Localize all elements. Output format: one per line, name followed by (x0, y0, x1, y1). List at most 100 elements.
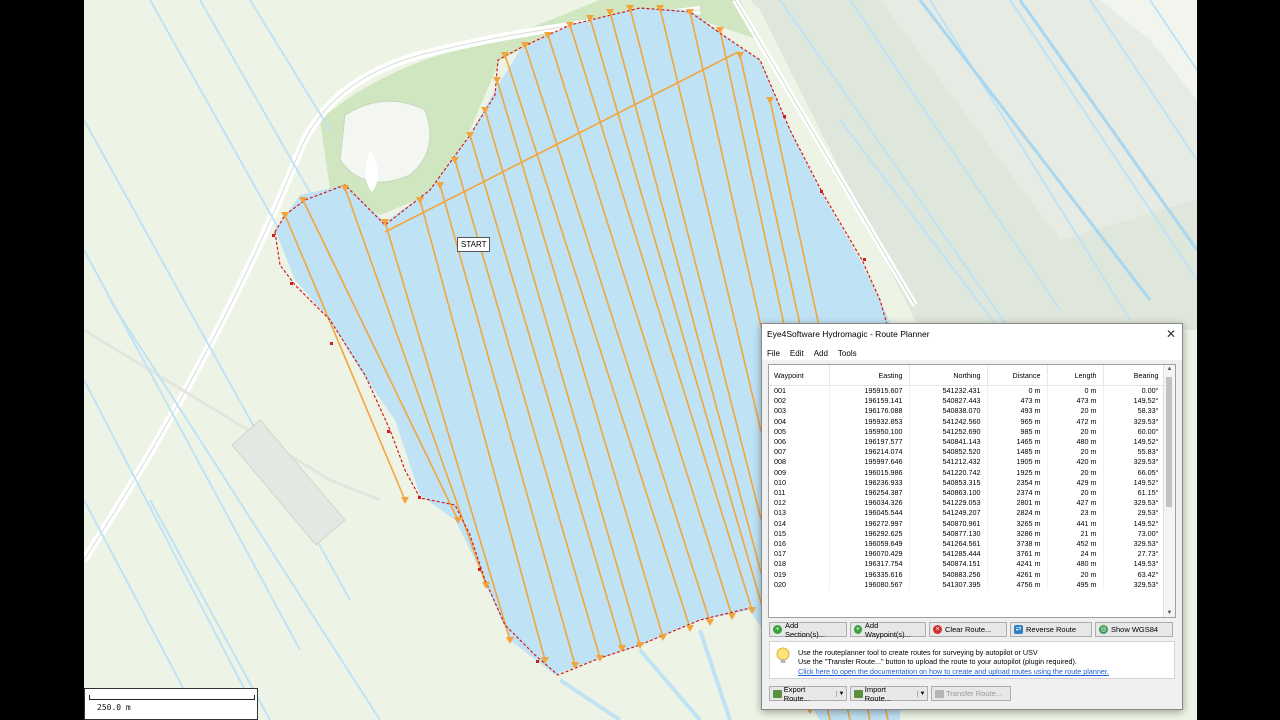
table-cell-easting: 196214.074 (829, 447, 910, 458)
documentation-link[interactable]: Click here to open the documentation on … (798, 667, 1109, 676)
col-bearing[interactable]: Bearing (1103, 365, 1166, 386)
table-cell-bearing: 329.53° (1103, 457, 1166, 468)
globe-icon: ◎ (1099, 625, 1108, 634)
route-transfer-buttons: Export Route... ▼ Import Route... ▼ Tran… (769, 684, 1011, 703)
table-cell-length: 441 m (1047, 518, 1104, 529)
chevron-down-icon[interactable]: ▼ (917, 690, 927, 697)
table-cell-bearing: 149.53° (1103, 559, 1166, 570)
table-cell-length: 452 m (1047, 539, 1104, 550)
table-row[interactable]: 006 196197.577 540841.143 1465 m 480 m 149.52… (769, 437, 1166, 448)
table-cell-northing: 540852.520 (909, 447, 988, 458)
add-sections-button[interactable]: + Add Section(s)... (769, 621, 847, 639)
table-row[interactable]: 003 196176.088 540838.070 493 m 20 m 58.33° (769, 406, 1166, 417)
table-cell-bearing: 55.83° (1103, 447, 1166, 458)
table-header: Waypoint Easting Northing Distance Lengt… (769, 365, 1166, 386)
table-row[interactable]: 012 196034.326 541229.053 2801 m 427 m 329.53… (769, 498, 1166, 509)
table-cell-distance: 1485 m (987, 447, 1048, 458)
table-row[interactable]: 019 196335.616 540883.256 4261 m 20 m 63.42° (769, 569, 1166, 580)
menu-edit[interactable]: Edit (790, 349, 804, 358)
table-row[interactable]: 002 196159.141 540827.443 473 m 473 m 149.52° (769, 396, 1166, 407)
scroll-down-icon[interactable]: ▼ (1164, 610, 1175, 616)
table-cell-northing: 540870.961 (909, 518, 988, 529)
import-route-button[interactable]: Import Route... ▼ (850, 685, 928, 703)
table-cell-easting: 196034.326 (829, 498, 910, 509)
table-cell-distance: 493 m (987, 406, 1048, 417)
reverse-route-button[interactable]: ⇄ Reverse Route (1010, 622, 1092, 637)
menu-bar: File Edit Add Tools (762, 346, 1182, 360)
table-cell-easting: 196317.754 (829, 559, 910, 570)
table-cell-distance: 473 m (987, 396, 1048, 407)
letterbox-right (1197, 0, 1280, 720)
table-cell-distance: 3738 m (987, 539, 1048, 550)
table-cell-easting: 196059.649 (829, 539, 910, 550)
clear-route-button[interactable]: × Clear Route... (929, 622, 1007, 637)
table-row[interactable]: 014 196272.997 540870.961 3265 m 441 m 149.52… (769, 518, 1166, 529)
table-cell-northing: 541220.742 (909, 467, 988, 478)
scrollbar-thumb[interactable] (1166, 377, 1172, 507)
table-cell-distance: 2824 m (987, 508, 1048, 519)
table-row[interactable]: 018 196317.754 540874.151 4241 m 480 m 149.53… (769, 559, 1166, 570)
menu-tools[interactable]: Tools (838, 349, 857, 358)
waypoint-table[interactable]: Waypoint Easting Northing Distance Lengt… (768, 364, 1176, 618)
export-route-label: Export Route... (783, 684, 810, 703)
table-cell-easting: 196070.429 (829, 549, 910, 560)
delete-icon: × (933, 625, 942, 634)
table-cell-easting: 195950.100 (829, 426, 910, 438)
scroll-up-icon[interactable]: ▲ (1164, 366, 1175, 372)
table-row[interactable]: 009 196015.986 541220.742 1925 m 20 m 66.05° (769, 467, 1166, 478)
chevron-down-icon[interactable]: ▼ (836, 690, 846, 697)
menu-file[interactable]: File (767, 349, 780, 358)
close-icon[interactable]: ✕ (1166, 327, 1176, 341)
table-row[interactable]: 011 196254.387 540863.100 2374 m 20 m 61.15° (769, 488, 1166, 499)
table-cell-northing: 540841.143 (909, 437, 988, 448)
plus-icon: + (773, 625, 782, 634)
table-scrollbar[interactable]: ▲ ▼ (1163, 365, 1175, 617)
col-length[interactable]: Length (1047, 365, 1104, 386)
table-row[interactable]: 001 195915.607 541232.431 0 m0 m 0.00° (769, 385, 1166, 397)
table-cell-distance: 3265 m (987, 518, 1048, 529)
table-cell-length: 473 m (1047, 396, 1104, 407)
table-cell-distance: 4756 m (987, 579, 1048, 591)
table-row[interactable]: 015 196292.625 540877.130 3286 m 21 m 73.00° (769, 528, 1166, 540)
table-cell-bearing: 329.53° (1103, 498, 1166, 509)
table-cell-waypoint: 016 (769, 539, 830, 550)
table-cell-bearing: 63.42° (1103, 569, 1166, 580)
table-row[interactable]: 020 196080.567 541307.395 4756 m 495 m 329.53… (769, 579, 1166, 591)
col-distance[interactable]: Distance (987, 365, 1048, 386)
export-route-button[interactable]: Export Route... ▼ (769, 684, 847, 703)
table-cell-waypoint: 010 (769, 477, 830, 489)
table-cell-waypoint: 003 (769, 406, 830, 417)
table-cell-easting: 195915.607 (829, 385, 910, 397)
window-titlebar[interactable]: Eye4Software Hydromagic - Route Planner … (762, 324, 1182, 346)
table-row[interactable]: 008 195997.646 541212.432 1905 m 420 m 329.53… (769, 457, 1166, 468)
transfer-route-label: Transfer Route... (946, 689, 1002, 698)
show-wgs84-button[interactable]: ◎ Show WGS84 (1095, 622, 1173, 637)
transfer-route-button[interactable]: Transfer Route... (931, 686, 1011, 701)
table-row[interactable]: 017 196070.429 541285.444 3761 m 24 m 27.73° (769, 549, 1166, 560)
table-cell-easting: 196272.997 (829, 518, 910, 529)
table-cell-waypoint: 002 (769, 396, 830, 407)
table-cell-easting: 196236.933 (829, 477, 910, 489)
menu-add[interactable]: Add (814, 349, 828, 358)
col-northing[interactable]: Northing (909, 365, 988, 386)
table-cell-waypoint: 005 (769, 426, 830, 438)
table-cell-easting: 196045.544 (829, 508, 910, 519)
table-cell-northing: 540827.443 (909, 396, 988, 407)
table-row[interactable]: 013 196045.544 541249.207 2824 m 23 m 29.53° (769, 508, 1166, 519)
table-row[interactable]: 010 196236.933 540853.315 2354 m 429 m 149.52… (769, 477, 1166, 489)
table-cell-bearing: 66.05° (1103, 467, 1166, 478)
add-waypoints-button[interactable]: + Add Waypoint(s)... (850, 621, 926, 639)
table-cell-bearing: 61.15° (1103, 488, 1166, 499)
col-waypoint[interactable]: Waypoint (769, 365, 830, 386)
table-row[interactable]: 005 195950.100 541252.690 985 m 20 m 60.00° (769, 426, 1166, 438)
table-row[interactable]: 004 195932.853 541242.560 965 m 472 m 329.53° (769, 416, 1166, 427)
col-easting[interactable]: Easting (829, 365, 910, 386)
route-planner-window[interactable]: Eye4Software Hydromagic - Route Planner … (761, 323, 1183, 710)
table-cell-length: 427 m (1047, 498, 1104, 509)
table-cell-length: 495 m (1047, 579, 1104, 591)
table-row[interactable]: 007 196214.074 540852.520 1485 m 20 m 55.83° (769, 447, 1166, 458)
info-line-1: Use the routeplanner tool to create rout… (798, 648, 1038, 657)
table-row[interactable]: 016 196059.649 541264.561 3738 m 452 m 329.53… (769, 539, 1166, 550)
table-cell-length: 0 m (1047, 385, 1104, 397)
table-cell-bearing: 329.53° (1103, 416, 1166, 427)
